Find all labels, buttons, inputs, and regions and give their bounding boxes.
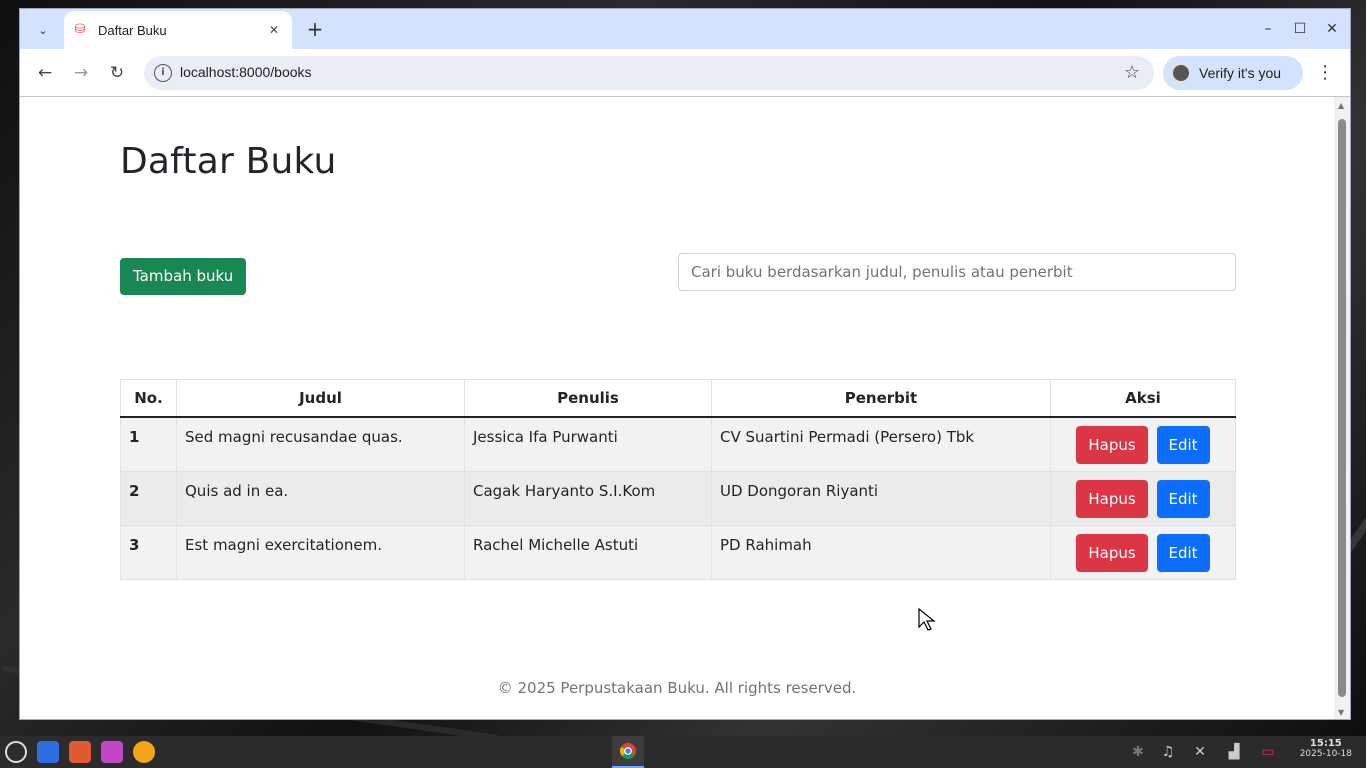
url-text[interactable]: localhost:8000/books xyxy=(180,64,312,80)
cell-aksi: Hapus Edit xyxy=(1050,416,1236,472)
browser-window: ⌄ ⛁ Daftar Buku ✕ + – ☐ ✕ ← → ↻ i localh… xyxy=(19,8,1351,720)
delete-button[interactable]: Hapus xyxy=(1076,479,1148,518)
address-bar[interactable]: i localhost:8000/books ☆ xyxy=(144,56,1154,90)
verify-profile-button[interactable]: Verify it's you xyxy=(1163,56,1303,90)
add-book-button[interactable]: Tambah buku xyxy=(120,258,247,295)
tab-search-button[interactable]: ⌄ xyxy=(30,17,56,43)
cell-penulis: Jessica Ifa Purwanti xyxy=(464,416,712,472)
battery-icon[interactable]: ▭ xyxy=(1258,742,1278,762)
edit-button[interactable]: Edit xyxy=(1156,533,1210,572)
start-menu-icon[interactable] xyxy=(5,741,27,763)
profile-avatar-icon xyxy=(1171,63,1191,83)
table-header-row: No. Judul Penulis Penerbit Aksi xyxy=(120,379,1236,418)
taskbar: ✱ ♫ ✕ ▟ ▭ 15:15 2025-10-18 xyxy=(0,736,1366,768)
show-desktop-icon[interactable] xyxy=(37,741,59,763)
header-no: No. xyxy=(120,379,177,418)
verify-label: Verify it's you xyxy=(1199,65,1282,81)
cell-penulis: Rachel Michelle Astuti xyxy=(464,524,712,580)
cell-penulis: Cagak Haryanto S.I.Kom xyxy=(464,470,712,526)
bookmark-star-icon[interactable]: ☆ xyxy=(1124,62,1140,83)
site-info-icon[interactable]: i xyxy=(154,64,172,82)
cell-penerbit: PD Rahimah xyxy=(711,524,1051,580)
edit-button[interactable]: Edit xyxy=(1156,479,1210,518)
bluetooth-icon[interactable]: ✱ xyxy=(1128,742,1148,762)
cell-penerbit: CV Suartini Permadi (Persero) Tbk xyxy=(711,416,1051,472)
delete-button[interactable]: Hapus xyxy=(1076,426,1148,464)
close-window-icon[interactable]: ✕ xyxy=(1320,19,1344,39)
cell-no: 1 xyxy=(120,416,177,472)
books-table: No. Judul Penulis Penerbit Aksi 1 Sed ma… xyxy=(120,379,1236,580)
app-launcher-icon[interactable] xyxy=(133,741,155,763)
forward-icon[interactable]: → xyxy=(69,61,93,85)
reload-icon[interactable]: ↻ xyxy=(105,61,129,85)
search-input[interactable] xyxy=(678,253,1236,291)
browser-menu-icon[interactable]: ⋮ xyxy=(1316,61,1334,85)
footer-copyright: © 2025 Perpustakaan Buku. All rights res… xyxy=(497,679,857,697)
browser-toolbar: ← → ↻ i localhost:8000/books ☆ Verify it… xyxy=(20,49,1350,97)
header-aksi: Aksi xyxy=(1050,379,1236,418)
taskbar-clock[interactable]: 15:15 2025-10-18 xyxy=(1300,738,1352,759)
page-scrollbar[interactable]: ▲ ▼ xyxy=(1334,97,1350,719)
volume-muted-icon[interactable]: ✕ xyxy=(1190,742,1210,762)
clock-date: 2025-10-18 xyxy=(1299,749,1352,759)
header-judul: Judul xyxy=(176,379,465,418)
file-manager-icon[interactable] xyxy=(101,741,123,763)
chrome-icon xyxy=(620,743,636,759)
close-tab-icon[interactable]: ✕ xyxy=(266,22,282,38)
page-content: Daftar Buku Tambah buku No. Judul Penuli… xyxy=(20,97,1334,719)
edit-button[interactable]: Edit xyxy=(1156,426,1210,464)
back-icon[interactable]: ← xyxy=(33,61,57,85)
chrome-taskbar-item[interactable] xyxy=(612,736,644,768)
cell-judul: Quis ad in ea. xyxy=(176,470,465,526)
cell-no: 3 xyxy=(120,524,177,580)
tab-active[interactable]: ⛁ Daftar Buku ✕ xyxy=(64,11,292,49)
laravel-favicon-icon: ⛁ xyxy=(74,22,86,37)
header-penerbit: Penerbit xyxy=(711,379,1051,418)
cell-penerbit: UD Dongoran Riyanti xyxy=(711,470,1051,526)
cell-aksi: Hapus Edit xyxy=(1050,524,1236,580)
table-row: 2 Quis ad in ea. Cagak Haryanto S.I.Kom … xyxy=(120,470,1236,526)
delete-button[interactable]: Hapus xyxy=(1076,533,1148,572)
minimize-icon[interactable]: – xyxy=(1256,19,1280,39)
cell-judul: Sed magni recusandae quas. xyxy=(176,416,465,472)
network-signal-icon[interactable]: ▟ xyxy=(1224,742,1244,762)
new-tab-button[interactable]: + xyxy=(304,19,326,41)
maximize-icon[interactable]: ☐ xyxy=(1288,19,1312,39)
header-penulis: Penulis xyxy=(464,379,712,418)
tab-title: Daftar Buku xyxy=(98,22,167,38)
tab-bar: ⌄ ⛁ Daftar Buku ✕ + – ☐ ✕ xyxy=(20,9,1350,49)
notifications-icon[interactable]: ♫ xyxy=(1158,742,1178,762)
table-row: 3 Est magni exercitationem. Rachel Miche… xyxy=(120,524,1236,580)
scroll-thumb[interactable] xyxy=(1338,119,1346,697)
mouse-cursor-icon xyxy=(918,608,936,631)
clock-time: 15:15 xyxy=(1309,738,1342,749)
cell-judul: Est magni exercitationem. xyxy=(176,524,465,580)
scroll-down-icon[interactable]: ▼ xyxy=(1338,708,1344,717)
cell-aksi: Hapus Edit xyxy=(1050,470,1236,526)
cell-no: 2 xyxy=(120,470,177,526)
table-row: 1 Sed magni recusandae quas. Jessica Ifa… xyxy=(120,416,1236,472)
scroll-up-icon[interactable]: ▲ xyxy=(1338,101,1344,110)
terminal-icon[interactable] xyxy=(69,741,91,763)
page-title: Daftar Buku xyxy=(120,141,337,182)
